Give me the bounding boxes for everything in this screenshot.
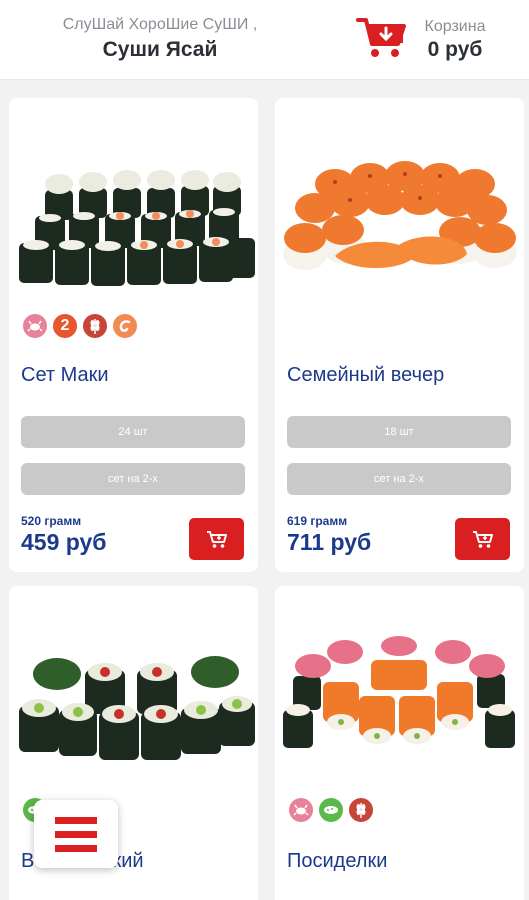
cucumber-icon xyxy=(317,796,345,824)
cart-label: Корзина xyxy=(424,18,486,35)
option-serving[interactable]: сет на 2-х xyxy=(287,463,511,495)
add-to-cart-button[interactable] xyxy=(189,518,244,560)
badge-two: 2 xyxy=(51,312,79,340)
option-pieces[interactable]: 24 шт xyxy=(21,416,245,448)
product-name-start: В xyxy=(21,850,35,872)
product-name[interactable]: Посиделки xyxy=(287,850,387,873)
product-weight: 619 грамм xyxy=(287,514,348,528)
product-price: 459 руб xyxy=(21,529,107,555)
crab-icon xyxy=(21,312,49,340)
option-serving[interactable]: сет на 2-х xyxy=(21,463,245,495)
cart-icon xyxy=(356,18,406,57)
menu-icon-bar xyxy=(55,816,97,824)
menu-button[interactable] xyxy=(34,800,118,868)
shrimp-icon xyxy=(111,312,139,340)
product-card[interactable]: Семейный вечер 18 шт сет на 2-х 619 грам… xyxy=(275,98,524,572)
product-card[interactable]: 2 Сет Маки 24 шт сет на 2-х 520 грамм 45… xyxy=(9,98,258,572)
crab-icon xyxy=(287,796,315,824)
product-image xyxy=(275,98,524,308)
product-weight: 520 грамм xyxy=(21,514,82,528)
wheat-icon xyxy=(81,312,109,340)
cart-total: 0 руб xyxy=(427,38,483,61)
wheat-icon xyxy=(347,796,375,824)
brand-name: Суши Ясай xyxy=(102,38,218,61)
product-name[interactable]: Сет Маки xyxy=(21,364,109,387)
add-cart-icon xyxy=(472,531,493,548)
product-name[interactable]: Семейный вечер xyxy=(287,364,444,387)
product-price: 711 руб xyxy=(287,529,372,555)
app-header: СлуШай ХороШие СуШИ , Суши Ясай Корзина … xyxy=(0,0,529,80)
add-cart-icon xyxy=(206,531,227,548)
badge-row xyxy=(287,796,377,826)
slogan: СлуШай ХороШие СуШИ , xyxy=(62,16,258,33)
product-image xyxy=(275,586,524,796)
badge-row: 2 xyxy=(21,312,141,342)
menu-icon-bar xyxy=(55,830,97,838)
menu-icon-bar xyxy=(55,844,97,852)
product-image xyxy=(9,586,258,796)
cart-button[interactable] xyxy=(356,14,408,60)
product-image xyxy=(9,98,258,308)
product-card[interactable]: Посиделки xyxy=(275,586,524,900)
option-pieces[interactable]: 18 шт xyxy=(287,416,511,448)
add-to-cart-button[interactable] xyxy=(455,518,510,560)
